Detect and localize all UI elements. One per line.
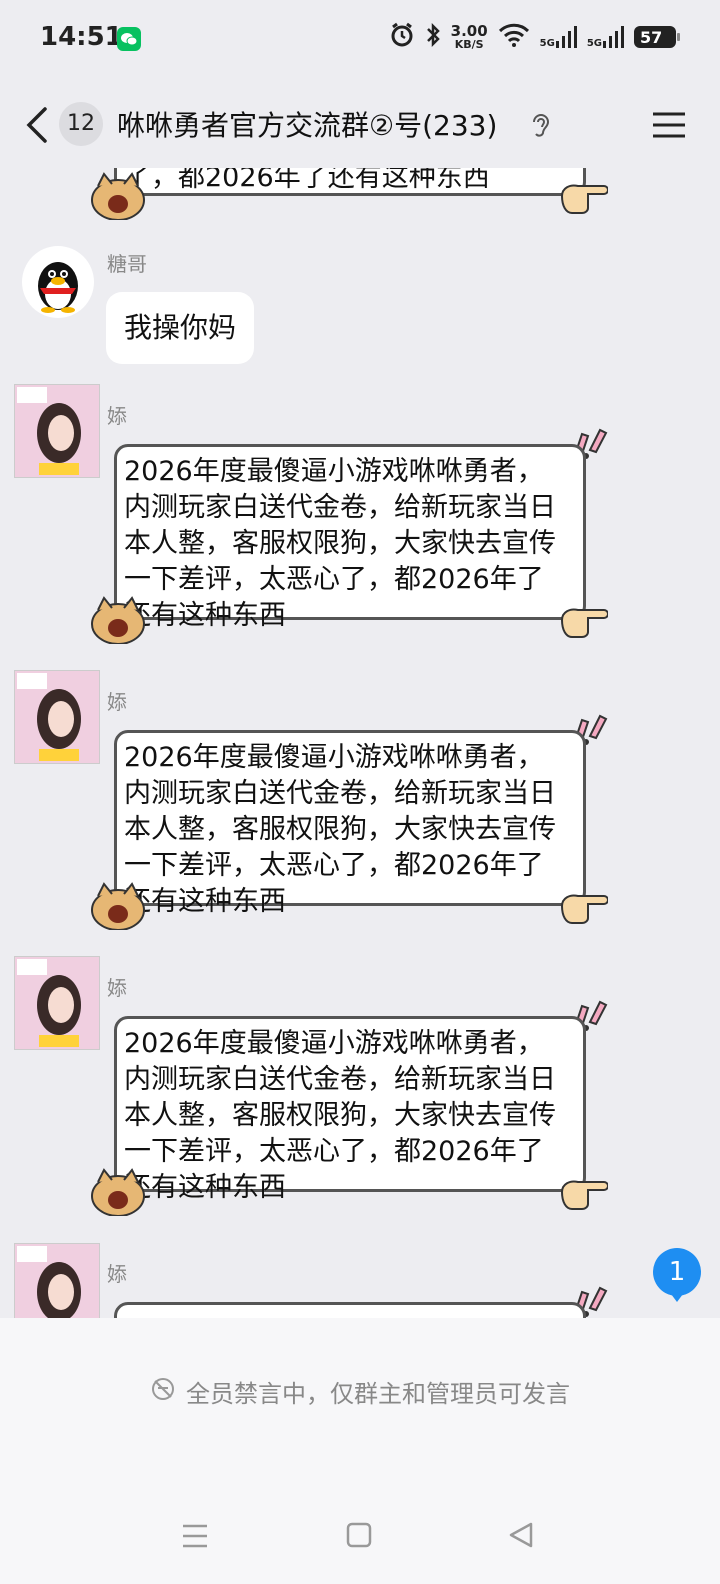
chat-list[interactable]: 了，都2026年了还有这种东西 糖哥 我操你妈 婖 2026年度最傻逼小游戏咻咻… <box>0 168 720 1318</box>
avatar-girl[interactable] <box>14 956 100 1050</box>
group-title[interactable]: 咻咻勇者官方交流群②号(233) <box>117 104 497 144</box>
message-text: 2026年度最傻逼小游戏咻咻勇者，内测玩家白送代金卷，给新玩家当日本人整，客服权… <box>124 742 556 917</box>
system-nav-bar <box>0 1506 720 1566</box>
message-bubble-fancy[interactable]: 2026年度最傻逼小游戏咻咻勇者，内测玩家白送代金卷，给新玩家当日本人整，客服权… <box>91 710 692 930</box>
message-text: 2026年度最傻逼小游戏咻咻勇者，内测玩家白送代金卷，给新玩家当日本人整，客服权… <box>124 456 556 631</box>
message-text: 2026年度最傻逼小游戏咻咻勇者，内测玩家白送代金卷，给新玩家当日本人整，客服权… <box>124 1028 556 1203</box>
bluetooth-icon <box>425 22 441 52</box>
mute-text: 全员禁言中，仅群主和管理员可发言 <box>186 1380 570 1408</box>
unread-count-badge[interactable]: 12 <box>59 102 103 146</box>
input-area-muted: 全员禁言中，仅群主和管理员可发言 <box>0 1318 720 1584</box>
bubble-frame <box>114 1302 586 1318</box>
ear-icon <box>530 110 552 140</box>
nav-back-icon[interactable] <box>508 1522 534 1552</box>
status-bar: 14:51 3.00 KB/S 5G 5G 57 <box>0 0 720 80</box>
sender-name: 糖哥 <box>107 252 147 276</box>
message-bubble-fancy[interactable]: 了，都2026年了还有这种东西 <box>91 168 692 220</box>
new-message-badge[interactable]: 1 <box>653 1248 701 1302</box>
cat-sticker-icon <box>91 172 145 220</box>
nav-home-icon[interactable] <box>346 1522 372 1552</box>
avatar-girl[interactable] <box>14 384 100 478</box>
message-bubble-fancy[interactable]: 2026年度最傻逼小游戏咻咻勇者，内测玩家白送代金卷，给新玩家当日本人整，客服权… <box>91 996 692 1216</box>
pointing-hand-icon <box>560 1180 608 1210</box>
mute-notice: 全员禁言中，仅群主和管理员可发言 <box>0 1374 720 1409</box>
message-text: 了，都2026年了还有这种东西 <box>124 168 490 193</box>
nav-recents-icon[interactable] <box>182 1524 208 1552</box>
cat-sticker-icon <box>91 882 145 930</box>
menu-icon[interactable] <box>652 112 686 138</box>
pointing-hand-icon <box>560 608 608 638</box>
avatar-girl[interactable] <box>14 1243 100 1318</box>
pointing-hand-icon <box>560 894 608 924</box>
signal-5g-2: 5G <box>587 25 624 49</box>
back-arrow-icon[interactable] <box>24 106 50 144</box>
pointing-hand-icon <box>560 184 608 214</box>
cat-sticker-icon <box>91 596 145 644</box>
status-time: 14:51 <box>40 22 123 52</box>
wifi-icon <box>498 23 530 51</box>
cat-sticker-icon <box>91 1168 145 1216</box>
battery-icon: 57 <box>634 26 680 48</box>
mute-icon <box>150 1376 176 1408</box>
alarm-icon <box>389 22 415 52</box>
avatar-penguin[interactable] <box>22 246 94 318</box>
message-bubble-fancy[interactable] <box>92 1282 692 1318</box>
message-bubble[interactable]: 我操你妈 <box>106 292 255 364</box>
message-bubble-fancy[interactable]: 2026年度最傻逼小游戏咻咻勇者，内测玩家白送代金卷，给新玩家当日本人整，客服权… <box>91 424 692 644</box>
net-speed: 3.00 KB/S <box>450 22 488 51</box>
signal-5g-1: 5G <box>540 25 577 49</box>
avatar-girl[interactable] <box>14 670 100 764</box>
chat-header: 12 咻咻勇者官方交流群②号(233) <box>0 80 720 168</box>
wechat-icon <box>117 27 141 51</box>
